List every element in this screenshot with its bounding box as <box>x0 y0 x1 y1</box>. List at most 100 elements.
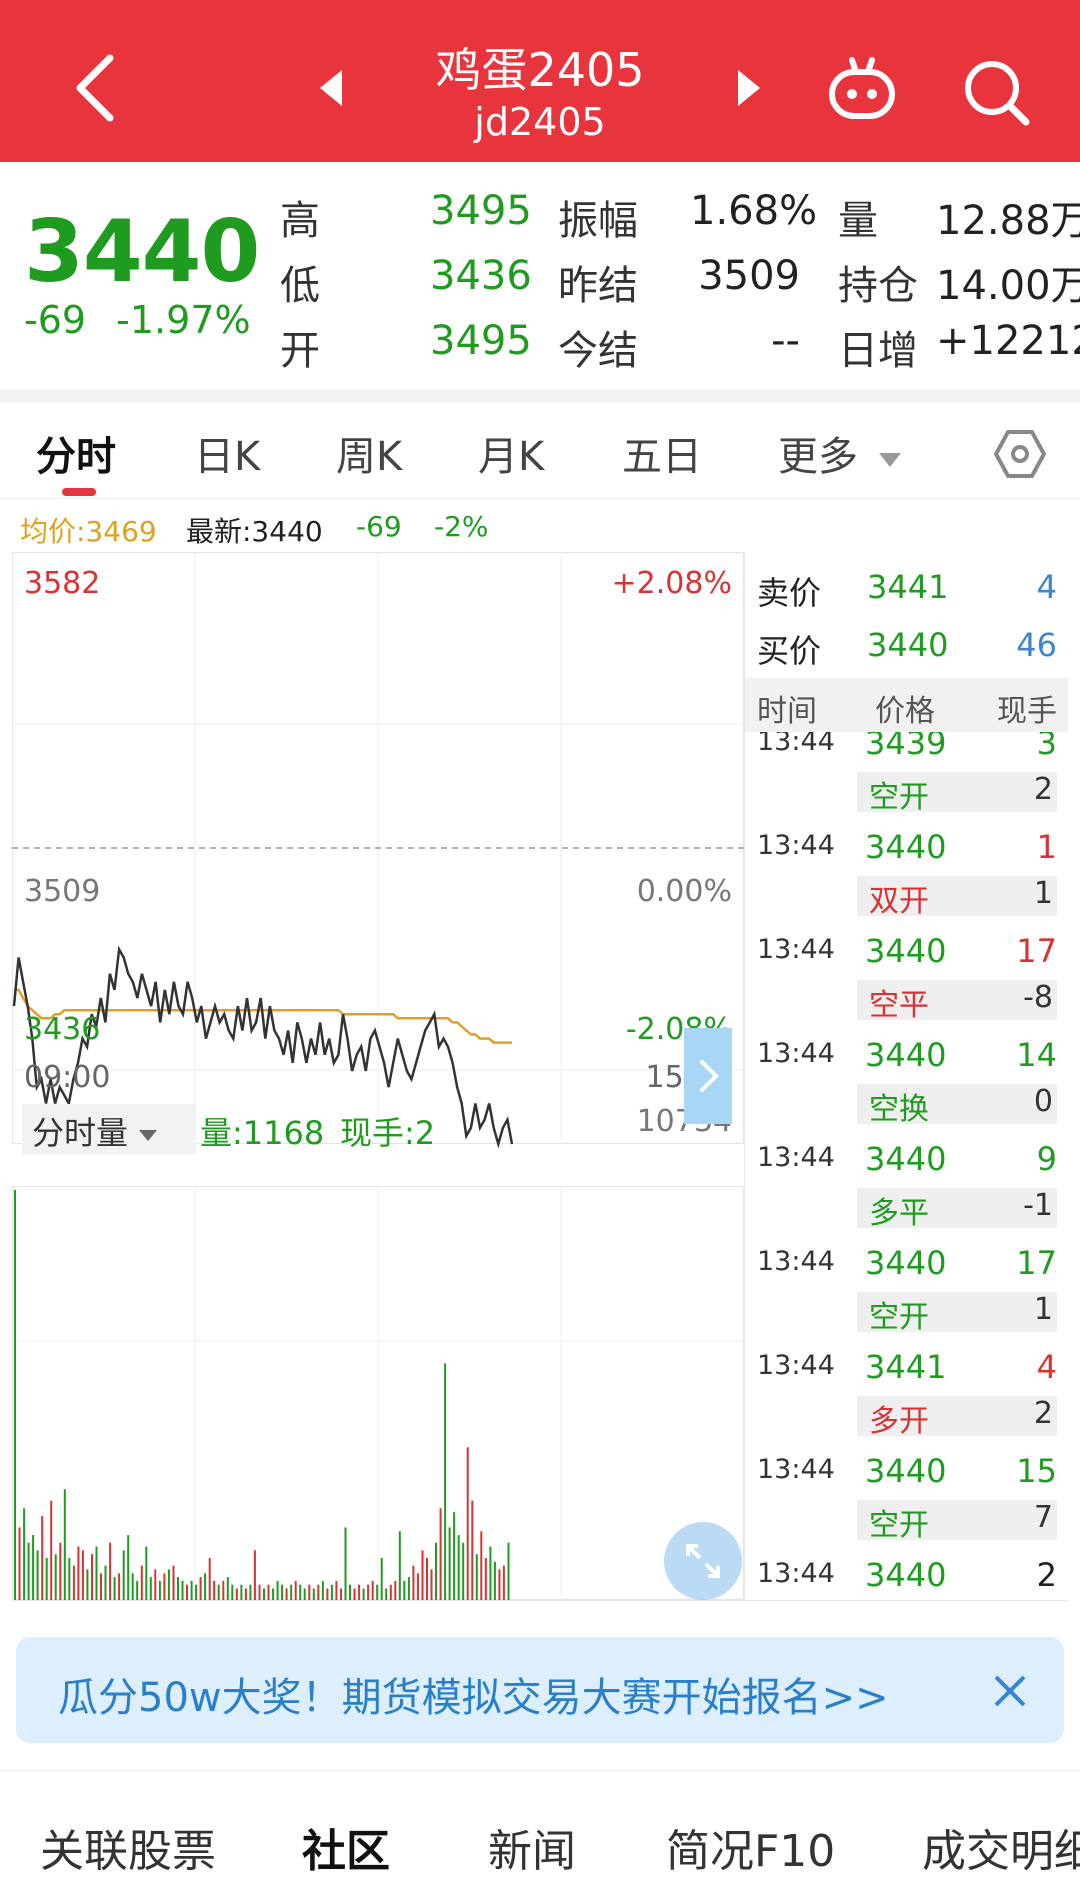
caret-down-icon <box>878 453 901 467</box>
tick-row: 13:44 3440 1 双开 1 <box>745 828 1068 930</box>
robot-icon[interactable] <box>826 56 898 122</box>
volume-bar <box>448 1527 451 1600</box>
tab-f10[interactable]: 简况F10 <box>666 1815 835 1879</box>
tick-type-box: 多开 2 <box>857 1396 1057 1439</box>
daily-increase-value: +12212 <box>936 318 1080 364</box>
volume-bar <box>253 1550 256 1600</box>
volume-bar <box>471 1500 474 1600</box>
tick-price: 3440 <box>865 932 947 970</box>
tab-more-label: 更多 <box>778 434 858 480</box>
open-value: 3495 <box>430 318 532 364</box>
volume-bar <box>14 1190 16 1600</box>
volume-bar <box>213 1580 216 1600</box>
volume-bar <box>195 1584 198 1600</box>
tick-volume: 15 <box>1016 1452 1057 1490</box>
volume-bar <box>72 1565 75 1600</box>
tick-type: 空开 <box>869 1300 929 1335</box>
high-value: 3495 <box>430 188 532 234</box>
volume-bar <box>484 1558 487 1600</box>
tab-community[interactable]: 社区 <box>302 1815 390 1879</box>
tab-monthly-k[interactable]: 月K <box>478 424 544 482</box>
tab-news[interactable]: 新闻 <box>488 1815 576 1879</box>
tick-type-box: 空开 2 <box>857 772 1057 815</box>
tick-price: 3440 <box>865 1140 947 1178</box>
ask-price: 3441 <box>867 568 949 606</box>
volume-bar <box>380 1558 383 1600</box>
prev-settle-value: 3509 <box>698 253 800 299</box>
today-settle-label: 今结 <box>558 328 638 374</box>
volume-bar <box>145 1546 148 1600</box>
tick-price: 3440 <box>865 1036 947 1074</box>
tab-weekly-k[interactable]: 周K <box>336 424 402 482</box>
tick-time: 13:44 <box>757 1246 835 1277</box>
volume-bar <box>371 1580 374 1600</box>
tick-type-value: 2 <box>1033 772 1053 807</box>
intraday-chart[interactable]: 3582 +2.08% 3509 0.00% 3436 -2.08% 09:00… <box>12 552 744 1602</box>
volume-bar <box>208 1558 211 1600</box>
volume-bar <box>186 1584 188 1600</box>
volume-bar <box>41 1516 44 1600</box>
volume-bar <box>435 1542 437 1600</box>
volume-bar <box>36 1550 39 1600</box>
amplitude-label: 振幅 <box>558 198 638 244</box>
tick-list[interactable]: 13:44 3439 3 空开 2 13:44 3440 1 双开 1 13:44 3440 17 空平 -… <box>745 732 1068 1600</box>
expand-orderbook-button[interactable] <box>684 1028 732 1124</box>
tab-intraday[interactable]: 分时 <box>36 424 116 482</box>
close-icon[interactable] <box>992 1673 1028 1709</box>
tick-time: 13:44 <box>757 830 835 861</box>
volume-bar <box>502 1565 505 1600</box>
volume-bar <box>86 1569 89 1600</box>
volume-bar <box>177 1577 179 1600</box>
settings-hexagon-icon[interactable] <box>994 428 1046 480</box>
volume-bar <box>50 1500 53 1600</box>
volume-bar <box>462 1542 465 1600</box>
tick-row: 13:44 3440 17 空开 1 <box>745 1244 1068 1346</box>
high-label: 高 <box>280 198 320 244</box>
tick-type-box: 空开 7 <box>857 1500 1057 1543</box>
volume-bar <box>416 1573 419 1600</box>
volume-bar <box>321 1580 324 1600</box>
today-settle-value: -- <box>771 318 800 364</box>
volume-bar <box>240 1584 243 1600</box>
avg-price-label: 均价:3469 <box>20 515 157 548</box>
volume-bar <box>475 1554 478 1600</box>
tick-time: 13:44 <box>757 1038 835 1069</box>
volume-bar <box>122 1550 125 1600</box>
volume-bar <box>403 1580 406 1600</box>
volume-bar <box>63 1489 66 1600</box>
volume-bar <box>358 1584 361 1600</box>
tick-header: 时间 价格 现手 <box>745 678 1068 732</box>
tick-time: 13:44 <box>757 1350 835 1381</box>
promo-banner[interactable]: 瓜分50w大奖！期货模拟交易大赛开始报名>> <box>16 1637 1064 1743</box>
quote-panel: 3440 -69 -1.97% 高 3495 振幅 1.68% 量 12.88万… <box>0 162 1080 390</box>
fullscreen-button[interactable] <box>664 1522 742 1600</box>
volume-bar <box>244 1588 247 1600</box>
next-icon[interactable] <box>734 68 764 108</box>
x-axis-start-label: 09:00 <box>24 1060 111 1095</box>
tick-price: 3440 <box>865 1244 947 1282</box>
tick-time: 13:44 <box>757 934 835 965</box>
ask-label: 卖价 <box>757 574 822 612</box>
tab-more[interactable]: 更多 <box>778 424 903 482</box>
tab-daily-k[interactable]: 日K <box>194 424 260 482</box>
tab-related-stocks[interactable]: 关联股票 <box>40 1815 216 1879</box>
volume-bar <box>91 1554 93 1600</box>
tick-volume: 17 <box>1016 1244 1057 1282</box>
tick-price: 3440 <box>865 1452 947 1490</box>
tick-type: 双开 <box>869 884 929 919</box>
volume-bar <box>172 1565 175 1600</box>
tab-five-day[interactable]: 五日 <box>622 424 702 482</box>
tick-row: 13:44 3441 4 多开 2 <box>745 1348 1068 1450</box>
amplitude-value: 1.68% <box>690 188 818 234</box>
y-axis-mid-label: 3509 <box>24 874 101 909</box>
volume-label: 量 <box>838 198 878 244</box>
volume-bar <box>59 1542 62 1600</box>
top-bar: 鸡蛋2405 jd2405 <box>0 0 1080 162</box>
volume-indicator-selector[interactable]: 分时量 <box>22 1104 196 1154</box>
search-icon[interactable] <box>962 58 1032 128</box>
tab-trade-details[interactable]: 成交明细 <box>922 1815 1080 1879</box>
open-interest-value: 14.00万 <box>936 263 1080 309</box>
tick-volume: 9 <box>1036 1140 1057 1178</box>
volume-bar <box>421 1550 424 1600</box>
volume-bar <box>109 1542 112 1600</box>
